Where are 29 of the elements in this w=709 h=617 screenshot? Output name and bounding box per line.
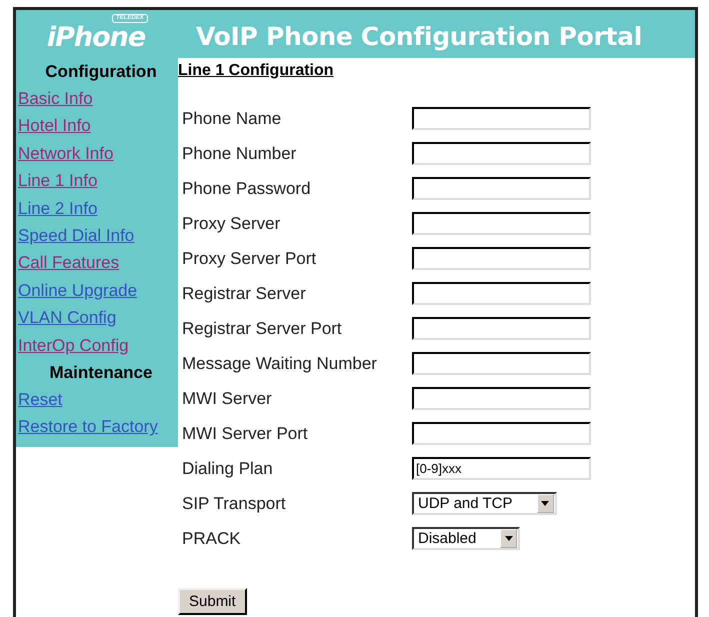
sidebar-link[interactable]: Online Upgrade <box>16 276 138 304</box>
input-field[interactable] <box>412 282 591 305</box>
input-field[interactable] <box>412 387 591 410</box>
input-field[interactable] <box>412 422 591 445</box>
input-field[interactable] <box>412 107 591 130</box>
input-field[interactable]: [0-9]xxx <box>412 457 591 480</box>
sidebar-link[interactable]: VLAN Config <box>16 304 116 332</box>
submit-button[interactable]: Submit <box>178 588 247 615</box>
input-field[interactable] <box>412 247 591 270</box>
input-field[interactable] <box>412 177 591 200</box>
sidebar-link[interactable]: Speed Dial Info <box>16 222 134 250</box>
sidebar-link[interactable]: Restore to Factory <box>16 413 158 441</box>
input-field[interactable] <box>412 142 591 165</box>
form-heading: Line 1 Configuration <box>178 61 335 80</box>
sidebar-link[interactable]: Reset <box>16 386 62 414</box>
sidebar-link[interactable]: Network Info <box>16 140 114 168</box>
sidebar-link[interactable]: Hotel Info <box>16 112 91 140</box>
input-field[interactable] <box>412 317 591 340</box>
sidebar-link[interactable]: Call Features <box>16 249 120 277</box>
input-field[interactable] <box>412 212 591 235</box>
sidebar-link[interactable]: Line 1 Info <box>16 167 98 195</box>
sidebar-link[interactable]: Line 2 Info <box>16 194 98 222</box>
sidebar-link[interactable]: InterOp Config <box>16 332 129 360</box>
dropdown[interactable]: UDP and TCP <box>412 492 556 515</box>
dropdown[interactable]: Disabled <box>412 527 520 550</box>
portal-title: VoIP Phone Configuration Portal <box>196 20 642 50</box>
input-field[interactable] <box>412 352 591 375</box>
section-heading: Maintenance <box>48 362 154 384</box>
sidebar-link[interactable]: Basic Info <box>16 85 93 112</box>
